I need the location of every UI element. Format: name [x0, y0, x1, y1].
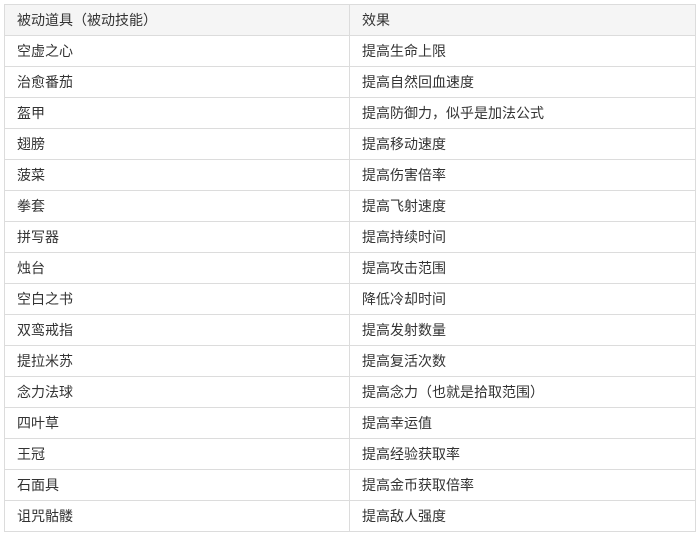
- table-row: 空虚之心 提高生命上限: [4, 35, 696, 67]
- effect-cell: 提高飞射速度: [349, 190, 696, 222]
- table-row: 提拉米苏 提高复活次数: [4, 345, 696, 377]
- table-row: 空白之书 降低冷却时间: [4, 283, 696, 315]
- effect-cell: 提高敌人强度: [349, 500, 696, 532]
- item-cell: 四叶草: [4, 407, 350, 439]
- table-row: 念力法球 提高念力（也就是拾取范围）: [4, 376, 696, 408]
- table-row: 治愈番茄 提高自然回血速度: [4, 66, 696, 98]
- table-row: 盔甲 提高防御力，似乎是加法公式: [4, 97, 696, 129]
- header-effect: 效果: [349, 4, 696, 36]
- effect-cell: 提高伤害倍率: [349, 159, 696, 191]
- table-row: 诅咒骷髅 提高敌人强度: [4, 500, 696, 532]
- effect-cell: 提高生命上限: [349, 35, 696, 67]
- passive-items-table: 被动道具（被动技能） 效果 空虚之心 提高生命上限 治愈番茄 提高自然回血速度 …: [4, 4, 696, 532]
- item-cell: 拳套: [4, 190, 350, 222]
- table-row: 四叶草 提高幸运值: [4, 407, 696, 439]
- item-cell: 提拉米苏: [4, 345, 350, 377]
- table-row: 石面具 提高金币获取倍率: [4, 469, 696, 501]
- item-cell: 双鸾戒指: [4, 314, 350, 346]
- item-cell: 空虚之心: [4, 35, 350, 67]
- effect-cell: 提高防御力，似乎是加法公式: [349, 97, 696, 129]
- effect-cell: 提高发射数量: [349, 314, 696, 346]
- table-header-row: 被动道具（被动技能） 效果: [4, 4, 696, 36]
- table-row: 菠菜 提高伤害倍率: [4, 159, 696, 191]
- header-item: 被动道具（被动技能）: [4, 4, 350, 36]
- passive-items-table-container: 被动道具（被动技能） 效果 空虚之心 提高生命上限 治愈番茄 提高自然回血速度 …: [4, 4, 696, 532]
- item-cell: 石面具: [4, 469, 350, 501]
- item-cell: 翅膀: [4, 128, 350, 160]
- table-row: 烛台 提高攻击范围: [4, 252, 696, 284]
- effect-cell: 提高移动速度: [349, 128, 696, 160]
- item-cell: 空白之书: [4, 283, 350, 315]
- item-cell: 盔甲: [4, 97, 350, 129]
- item-cell: 拼写器: [4, 221, 350, 253]
- table-row: 双鸾戒指 提高发射数量: [4, 314, 696, 346]
- item-cell: 念力法球: [4, 376, 350, 408]
- effect-cell: 提高念力（也就是拾取范围）: [349, 376, 696, 408]
- effect-cell: 提高幸运值: [349, 407, 696, 439]
- effect-cell: 提高金币获取倍率: [349, 469, 696, 501]
- effect-cell: 提高自然回血速度: [349, 66, 696, 98]
- effect-cell: 提高经验获取率: [349, 438, 696, 470]
- item-cell: 诅咒骷髅: [4, 500, 350, 532]
- item-cell: 王冠: [4, 438, 350, 470]
- table-row: 翅膀 提高移动速度: [4, 128, 696, 160]
- effect-cell: 提高攻击范围: [349, 252, 696, 284]
- item-cell: 菠菜: [4, 159, 350, 191]
- table-row: 拼写器 提高持续时间: [4, 221, 696, 253]
- effect-cell: 提高持续时间: [349, 221, 696, 253]
- effect-cell: 降低冷却时间: [349, 283, 696, 315]
- table-row: 拳套 提高飞射速度: [4, 190, 696, 222]
- table-row: 王冠 提高经验获取率: [4, 438, 696, 470]
- item-cell: 治愈番茄: [4, 66, 350, 98]
- effect-cell: 提高复活次数: [349, 345, 696, 377]
- item-cell: 烛台: [4, 252, 350, 284]
